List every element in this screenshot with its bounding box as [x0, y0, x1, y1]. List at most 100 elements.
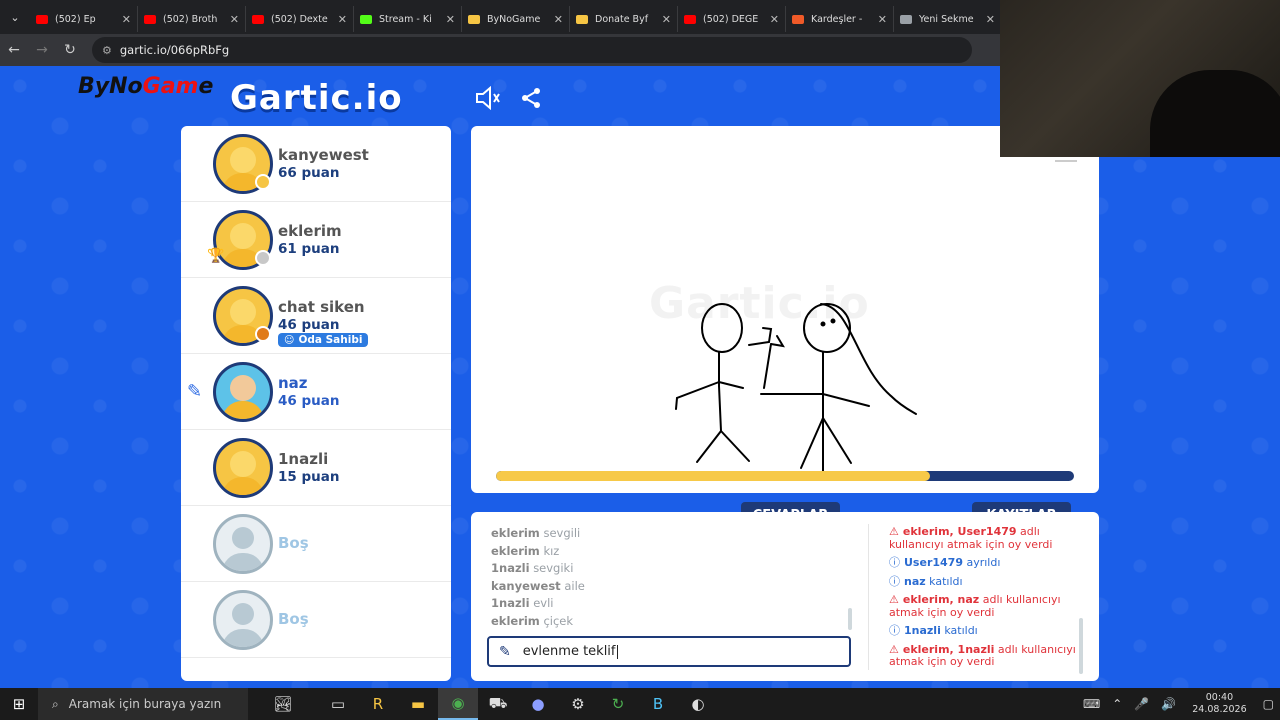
windows-taskbar: ⊞ ⌕ Aramak için buraya yazın 🏞 ▭ R ▬ ◉ ⛟ …	[0, 688, 1280, 720]
tab-title: (502) Dexte	[271, 13, 328, 25]
player-row: 1nazli 15 puan	[181, 430, 451, 506]
answer-item: kanyewest aile	[491, 579, 851, 597]
guess-input[interactable]: ✎ evlenme teklif	[487, 636, 851, 667]
webcam-overlay	[1000, 0, 1280, 157]
close-tab-icon[interactable]: ✕	[878, 13, 887, 26]
answer-text: çiçek	[543, 613, 574, 628]
chrome-icon[interactable]: ◉	[438, 688, 478, 720]
tab-search-button[interactable]: ⌄	[0, 0, 30, 34]
info-icon: ⓘ	[889, 556, 900, 569]
avatar[interactable]	[213, 514, 273, 574]
browser-tab[interactable]: Kardeşler - ✕	[786, 6, 894, 32]
close-tab-icon[interactable]: ✕	[338, 13, 347, 26]
close-tab-icon[interactable]: ✕	[662, 13, 671, 26]
player-name: chat siken	[278, 298, 365, 316]
close-tab-icon[interactable]: ✕	[230, 13, 239, 26]
close-tab-icon[interactable]: ✕	[554, 13, 563, 26]
round-timer-bar	[496, 471, 1074, 481]
search-icon: ⌕	[52, 696, 59, 711]
keyboard-icon[interactable]: ⌨	[1083, 697, 1100, 711]
player-name: kanyewest	[278, 146, 369, 164]
player-points: 15 puan	[278, 469, 340, 485]
warning-icon: ⚠	[889, 593, 899, 606]
taskbar-search[interactable]: ⌕ Aramak için buraya yazın	[38, 688, 248, 720]
back-icon[interactable]: ←	[0, 42, 28, 58]
app-icon[interactable]: ⛟	[478, 688, 518, 720]
avatar[interactable]	[213, 590, 273, 650]
info-icon: ⓘ	[889, 624, 900, 637]
tray-chevron-icon[interactable]: ⌃	[1112, 697, 1122, 711]
log-item: ⓘ User1479 ayrıldı	[889, 556, 1001, 569]
app-blue-icon[interactable]: B	[638, 688, 678, 720]
windows-start-icon[interactable]: ⊞	[0, 695, 38, 713]
task-view-icon[interactable]: ▭	[318, 688, 358, 720]
browser-tab[interactable]: (502) Broth ✕	[138, 6, 246, 32]
drawing-canvas[interactable]: Gartic.io	[471, 126, 1099, 493]
player-row: kanyewest 66 puan	[181, 126, 451, 202]
log-item: ⚠ eklerim, User1479 adlı kullanıcıyı atma…	[889, 525, 1053, 551]
clock[interactable]: 00:40 24.08.2026	[1192, 692, 1246, 716]
warning-icon: ⚠	[889, 642, 899, 656]
browser-tab[interactable]: (502) Ep ✕	[30, 6, 138, 32]
log-list: ⚠ eklerim, User1479 adlı kullanıcıyı atma…	[889, 525, 1079, 675]
tab-favicon-icon	[900, 14, 912, 24]
app-green-icon[interactable]: ↻	[598, 688, 638, 720]
player-row: 🏆 eklerim 61 puan	[181, 202, 451, 278]
status-dot	[255, 250, 271, 266]
log-item: ⓘ 1nazli katıldı	[889, 624, 978, 637]
player-points: 61 puan	[278, 241, 340, 257]
close-tab-icon[interactable]: ✕	[122, 13, 131, 26]
site-info-icon[interactable]: ⚙	[102, 44, 112, 57]
close-tab-icon[interactable]: ✕	[986, 13, 995, 26]
file-explorer-icon[interactable]: ▬	[398, 688, 438, 720]
tab-favicon-icon	[36, 14, 48, 24]
log-item: ⓘ naz katıldı	[889, 574, 963, 588]
obs-icon[interactable]: ◐	[678, 688, 718, 720]
browser-tab[interactable]: (502) DEĞE ✕	[678, 6, 786, 32]
weather-widget-icon[interactable]: 🏞	[248, 688, 318, 720]
tab-favicon-icon	[468, 14, 480, 24]
info-icon: ⓘ	[889, 574, 900, 588]
answer-item: 1nazli evli	[491, 596, 851, 614]
answer-item: eklerim çiçek	[491, 614, 851, 632]
room-owner-badge: ☺ Oda Sahibi	[278, 333, 369, 347]
steam-icon[interactable]: ⚙	[558, 688, 598, 720]
browser-tab[interactable]: (502) Dexte ✕	[246, 6, 354, 32]
close-tab-icon[interactable]: ✕	[770, 13, 779, 26]
tab-title: Kardeşler -	[811, 13, 863, 25]
forward-icon[interactable]: →	[28, 42, 56, 58]
avatar	[213, 362, 273, 422]
tab-favicon-icon	[144, 14, 156, 24]
status-dot	[255, 174, 271, 190]
close-tab-icon[interactable]: ✕	[446, 13, 455, 26]
share-icon[interactable]	[517, 84, 545, 112]
browser-tab[interactable]: Yeni Sekme ✕	[894, 6, 1002, 32]
url-field[interactable]: ⚙ gartic.io/066pRbFg	[92, 37, 972, 63]
mic-icon[interactable]: 🎤	[1134, 697, 1149, 711]
answers-scrollbar[interactable]	[848, 608, 852, 630]
empty-slot-label: Boş	[278, 534, 309, 552]
answer-text: sevgiki	[533, 561, 574, 576]
tab-title: ByNoGame	[487, 13, 541, 25]
tab-title: (502) Ep	[55, 13, 96, 25]
bynogame-logo: ByNoGame	[78, 74, 214, 99]
reload-icon[interactable]: ↻	[56, 42, 84, 58]
tab-title: Donate Byf	[595, 13, 649, 25]
rockstar-icon[interactable]: R	[358, 688, 398, 720]
browser-tab[interactable]: Donate Byf ✕	[570, 6, 678, 32]
player-name: 1nazli	[278, 450, 329, 468]
trophy-icon: 🏆	[207, 248, 225, 264]
status-dot	[255, 326, 271, 342]
volume-icon[interactable]: 🔊	[1161, 697, 1176, 711]
empty-slot-label: Boş	[278, 610, 309, 628]
browser-tab[interactable]: ByNoGame ✕	[462, 6, 570, 32]
answer-item: 1nazli sevgiki	[491, 561, 851, 579]
logs-scrollbar[interactable]	[1079, 618, 1083, 674]
sound-icon[interactable]	[474, 84, 502, 112]
player-name: eklerim	[278, 222, 342, 240]
tab-title: (502) DEĞE	[703, 13, 759, 25]
discord-icon[interactable]: ●	[518, 688, 558, 720]
notification-icon[interactable]: ▢	[1263, 697, 1274, 711]
browser-tab[interactable]: Stream - Ki ✕	[354, 6, 462, 32]
player-name: naz	[278, 374, 308, 392]
